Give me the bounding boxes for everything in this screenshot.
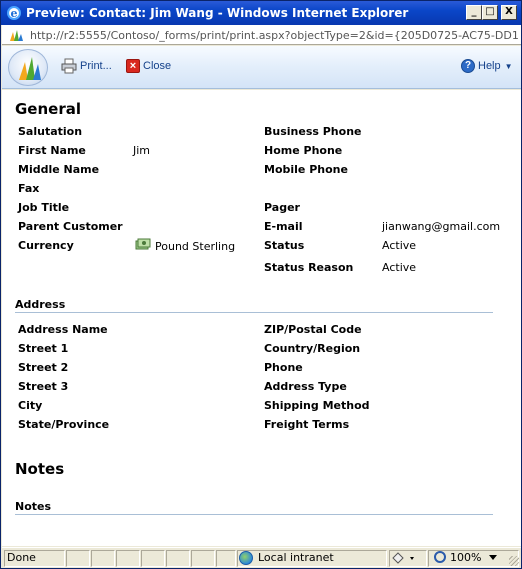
security-zone: Local intranet [258,551,334,564]
status-bar: Done Local intranet 100% [2,547,521,568]
svg-text:e: e [11,7,18,20]
preview-toolbar: Print... × Close ? Help ▼ [2,46,521,89]
url-text[interactable]: http://r2:5555/Contoso/_forms/print/prin… [30,29,518,42]
minimize-button[interactable]: _ [466,5,482,20]
chevron-down-icon: ▼ [504,61,513,71]
help-icon: ? [461,59,475,73]
close-label: Close [143,60,172,72]
field-label: Mobile Phone [264,163,348,176]
field-label: Street 1 [18,342,69,355]
field-label: Pager [264,201,300,214]
close-button[interactable]: × Close [126,57,171,75]
print-label: Print... [80,60,112,72]
field-label: Business Phone [264,125,362,138]
field-label: State/Province [18,418,110,431]
section-title-address: Address [15,298,66,311]
currency-icon [135,238,151,250]
print-button[interactable]: Print... [61,57,112,75]
field-label: Shipping Method [264,399,370,412]
field-value: Pound Sterling [155,240,236,253]
title-bar[interactable]: e Preview: Contact: Jim Wang - Windows I… [1,1,521,25]
close-icon: × [126,59,140,73]
status-cell [216,550,236,567]
zoom-level: 100% [450,551,482,564]
field-label: Currency [18,239,74,252]
notes-subheader: Notes [15,500,52,513]
field-label: Address Name [18,323,108,336]
section-title-notes: Notes [15,460,65,478]
field-label: Address Type [264,380,347,393]
field-label: E-mail [264,220,303,233]
resize-grip[interactable] [509,556,519,566]
ie-window: e Preview: Contact: Jim Wang - Windows I… [0,0,522,569]
zoom-dropdown-icon[interactable] [489,555,497,561]
field-label: Middle Name [18,163,100,176]
crm-logo-icon [8,49,48,86]
divider [15,312,493,313]
crm-page-icon [10,30,23,41]
field-label: Fax [18,182,40,195]
field-label: Street 3 [18,380,69,393]
section-title-general: General [15,100,81,118]
field-label: Job Title [18,201,70,214]
address-bar[interactable]: http://r2:5555/Contoso/_forms/print/prin… [2,25,521,45]
close-window-button[interactable]: X [501,5,517,20]
field-value: Active [382,261,417,274]
field-label: Status Reason [264,261,354,274]
status-cell [116,550,140,567]
help-button[interactable]: ? Help ▼ [461,57,513,75]
field-label: Country/Region [264,342,361,355]
ie-logo-icon: e [7,6,21,20]
field-label: ZIP/Postal Code [264,323,362,336]
field-label: Salutation [18,125,83,138]
maximize-button[interactable]: □ [482,5,498,20]
field-label: Home Phone [264,144,343,157]
status-text: Done [7,551,36,564]
field-label: Phone [264,361,303,374]
window-title: Preview: Contact: Jim Wang - Windows Int… [26,6,409,20]
field-value: jianwang@gmail.com [382,220,501,233]
field-label: City [18,399,43,412]
field-label: Parent Customer [18,220,123,233]
security-settings-icon [392,552,414,564]
status-cell [141,550,165,567]
protected-mode-cell[interactable] [389,550,427,567]
status-cell [166,550,190,567]
status-cell [91,550,115,567]
status-cell [191,550,215,567]
help-label: Help [478,60,501,72]
globe-icon [239,551,253,565]
field-value: Jim [133,144,151,157]
printer-icon [61,58,77,74]
print-preview-content: General Salutation First Name Jim Middle… [2,90,521,546]
field-label: First Name [18,144,86,157]
field-label: Freight Terms [264,418,350,431]
zoom-icon [434,551,446,563]
field-label: Street 2 [18,361,69,374]
divider [15,514,493,515]
field-value: Active [382,239,417,252]
field-label: Status [264,239,305,252]
status-cell [66,550,90,567]
